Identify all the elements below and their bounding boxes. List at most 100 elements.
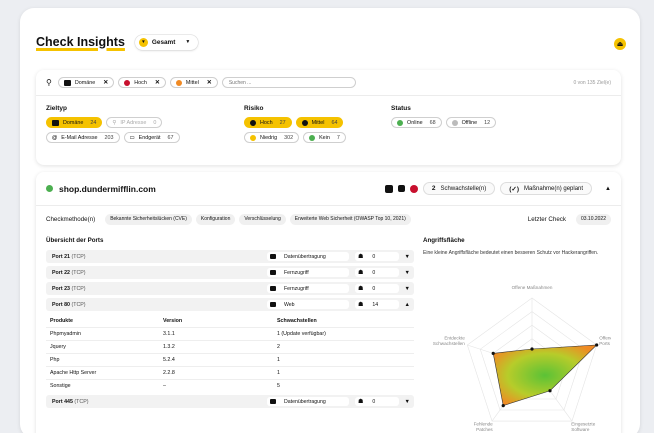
- port-number: Port 23: [52, 285, 70, 292]
- port-row[interactable]: Port 22 (TCP) Fernzugriff ☗ 0 ▼: [46, 266, 414, 279]
- cell: 2.2.8: [163, 370, 175, 376]
- laptop-icon: ▭: [129, 134, 135, 141]
- table-row: Jquery 1.3.2 2: [46, 340, 414, 353]
- web-icon: [270, 302, 276, 307]
- port-protocol: (TCP): [71, 269, 86, 276]
- risiko-none-chip[interactable]: Kein 7: [303, 132, 346, 143]
- status-online-chip[interactable]: Online 68: [391, 117, 442, 128]
- port-count: 0: [372, 285, 376, 292]
- chip-count: 7: [336, 134, 340, 141]
- filter-chip-domain[interactable]: Domäne ✕: [57, 77, 115, 88]
- port-type: Fernzugriff: [267, 284, 349, 293]
- port-vuln-count: ☗ 0: [355, 252, 399, 261]
- column-header: Schwachstellen: [277, 317, 317, 324]
- caret-down-icon[interactable]: ▼: [405, 286, 410, 292]
- chip-label: Mittel: [311, 119, 325, 126]
- radar-axis-label: Entdeckte Schwachstellen: [433, 336, 465, 346]
- radar-point: [501, 404, 505, 408]
- port-row[interactable]: Port 21 (TCP) Datenübertragung ☗ 0 ▼: [46, 250, 414, 263]
- port-vuln-count: ☗ 0: [355, 268, 399, 277]
- port-protocol: (TCP): [74, 398, 89, 405]
- table-row: Phpmyadmin 3.1.1 1 (Update verfügbar): [46, 327, 414, 340]
- site-summary: 2 Schwachstelle(n) (✓) Maßnahme(n) gepla…: [384, 182, 611, 195]
- bug-icon: ☗: [358, 399, 364, 405]
- scope-dropdown[interactable]: ▾ Gesamt ▼: [134, 34, 199, 50]
- bug-icon: ☗: [358, 270, 364, 276]
- radar-point: [530, 347, 534, 351]
- chevron-down-icon: ▾: [138, 37, 148, 47]
- zieltyp-device-chip[interactable]: ▭ Endgerät 67: [123, 132, 180, 143]
- cell: 3.1.1: [163, 331, 175, 337]
- scope-label: Gesamt: [151, 38, 176, 46]
- table-row: Apache Http Server 2.2.8 1: [46, 366, 414, 379]
- port-row-expanded[interactable]: Port 80 (TCP) Web ☗ 14 ▲: [46, 298, 414, 311]
- windows-icon: [397, 185, 405, 192]
- risiko-low-chip[interactable]: Niedrig 302: [244, 132, 300, 143]
- group-title: Status: [391, 105, 411, 112]
- risiko-high-chip[interactable]: Hoch 27: [244, 117, 292, 128]
- table-row: Php 5.2.4 1: [46, 353, 414, 366]
- chip-count: 67: [167, 134, 174, 141]
- site-header[interactable]: shop.dundermifflin.com 2 Schwachstelle(n…: [36, 172, 621, 206]
- port-type-label: Web: [284, 301, 295, 308]
- risiko-medium-chip[interactable]: Mittel 64: [295, 117, 344, 128]
- column-header: Produkte: [50, 317, 73, 324]
- cell: Jquery: [50, 344, 66, 350]
- medium-risk-icon: [301, 119, 308, 126]
- caret-down-icon[interactable]: ▼: [405, 254, 410, 260]
- bug-icon: ☗: [358, 302, 364, 308]
- radar-axis-label: Offene Maßnahmen: [512, 285, 553, 290]
- port-count: 14: [372, 301, 379, 308]
- method-chip: Verschlüsselung: [239, 213, 286, 225]
- zieltyp-email-chip[interactable]: @ E-Mail Adresse 203: [46, 132, 120, 143]
- download-button[interactable]: ⏏: [614, 38, 626, 50]
- group-risiko: Risiko Hoch 27 Mittel 64 Niedrig 302 Kei…: [244, 105, 346, 147]
- close-icon[interactable]: ✕: [207, 79, 212, 86]
- filter-chip-medium[interactable]: Mittel ✕: [169, 77, 218, 88]
- caret-up-icon[interactable]: ▲: [405, 302, 410, 308]
- high-risk-icon: [409, 184, 418, 193]
- radar-point: [491, 351, 495, 355]
- zieltyp-ip-chip[interactable]: ⚲ IP Adresse 0: [106, 117, 163, 128]
- radar-point: [548, 389, 552, 393]
- chip-count: 68: [429, 119, 436, 126]
- cell: 5.2.4: [163, 357, 175, 363]
- port-vuln-count: ☗ 0: [355, 397, 399, 406]
- zieltyp-domain-chip[interactable]: Domäne 24: [46, 117, 103, 128]
- port-number: Port 445: [52, 398, 73, 405]
- caret-down-icon[interactable]: ▼: [405, 270, 410, 276]
- search-icon: ⚲: [46, 78, 52, 87]
- chip-count: 302: [284, 134, 294, 141]
- cell: 5: [277, 383, 280, 389]
- port-row[interactable]: Port 445 (TCP) Datenübertragung ☗ 0 ▼: [46, 395, 414, 408]
- last-check-date: 03.10.2022: [575, 213, 611, 225]
- measures-badge[interactable]: (✓) Maßnahme(n) geplant: [500, 182, 593, 195]
- filter-chip-high[interactable]: Hoch ✕: [118, 77, 166, 88]
- cell: 1 (Update verfügbar): [277, 331, 326, 337]
- port-type-label: Datenübertragung: [284, 398, 326, 405]
- port-type: Web: [267, 300, 349, 309]
- column-header: Version: [163, 317, 183, 324]
- measures-label: Maßnahme(n) geplant: [524, 185, 584, 192]
- port-number: Port 21: [52, 253, 70, 260]
- search-input[interactable]: [221, 77, 356, 88]
- bug-icon: ☗: [358, 254, 364, 260]
- filter-card: ⚲ Domäne ✕ Hoch ✕ Mittel ✕ 0 von 135 Zie…: [36, 70, 621, 165]
- bug-icon: ☗: [358, 286, 364, 292]
- chip-count: 64: [331, 119, 338, 126]
- medium-risk-icon: [175, 79, 182, 86]
- result-count: 0 von 135 Ziel(e): [573, 79, 611, 86]
- caret-down-icon[interactable]: ▼: [405, 399, 410, 405]
- close-icon[interactable]: ✕: [103, 79, 108, 86]
- chip-count: 0: [153, 119, 157, 126]
- close-icon[interactable]: ✕: [155, 79, 160, 86]
- last-check-label: Letzter Check: [527, 215, 566, 223]
- check-methods: Checkmethode(n) Bekannte Sicherheitslück…: [46, 213, 611, 225]
- collapse-icon[interactable]: ▲: [605, 186, 611, 192]
- status-offline-chip[interactable]: Offline 12: [445, 117, 497, 128]
- remote-icon: [270, 286, 276, 291]
- products-table: Produkte Version Schwachstellen Phpmyadm…: [46, 314, 414, 392]
- chip-label: Offline: [461, 119, 478, 126]
- method-chip: Erweiterte Web Sicherheit (OWASP Top 10,…: [289, 213, 411, 225]
- port-row[interactable]: Port 23 (TCP) Fernzugriff ☗ 0 ▼: [46, 282, 414, 295]
